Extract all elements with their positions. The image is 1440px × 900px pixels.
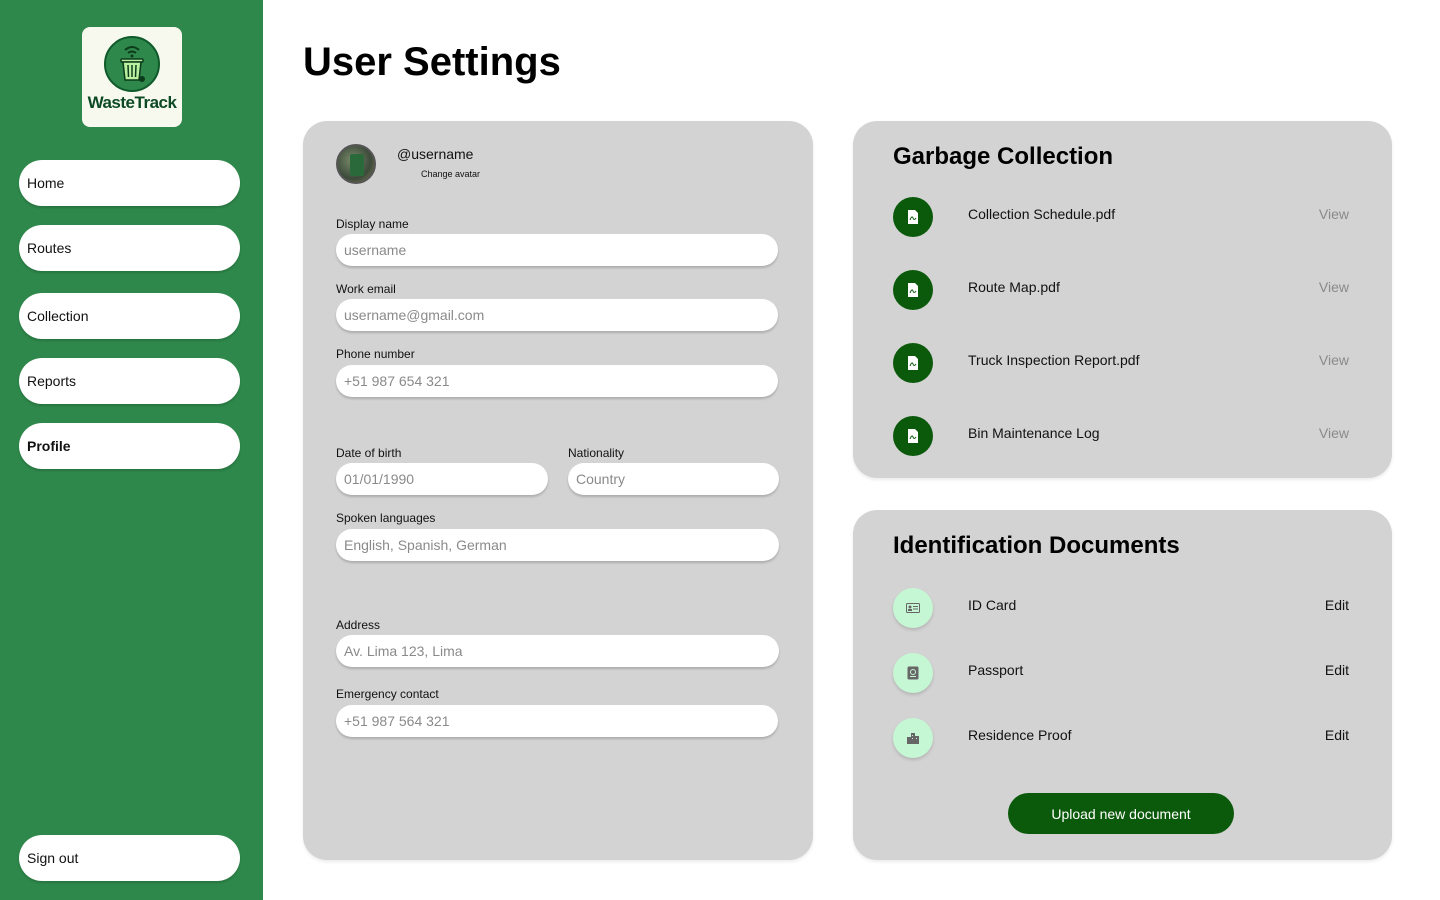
pdf-file-icon	[893, 270, 933, 310]
identification-documents-title: Identification Documents	[893, 532, 1180, 559]
view-document-link[interactable]: View	[1319, 352, 1349, 368]
sign-out-button[interactable]: Sign out	[19, 835, 240, 881]
app-name: WasteTrack	[87, 93, 177, 112]
sidebar-item-collection[interactable]: Collection	[19, 293, 240, 339]
sidebar: WasteTrack Home Routes Collection Report…	[0, 0, 263, 900]
profile-card: @username Change avatar Display name Wor…	[303, 121, 813, 860]
dob-label: Date of birth	[336, 446, 402, 460]
document-name: Residence Proof	[968, 727, 1072, 743]
nationality-label: Nationality	[568, 446, 625, 460]
address-input[interactable]	[336, 635, 779, 667]
upload-document-button[interactable]: Upload new document	[1008, 793, 1234, 834]
edit-document-link[interactable]: Edit	[1325, 727, 1349, 743]
passport-icon	[893, 653, 933, 693]
phone-input[interactable]	[336, 365, 778, 397]
page-title: User Settings	[303, 40, 561, 84]
pdf-file-icon	[893, 197, 933, 237]
work-email-input[interactable]	[336, 299, 778, 331]
sidebar-item-profile[interactable]: Profile	[19, 423, 240, 469]
view-document-link[interactable]: View	[1319, 425, 1349, 441]
emergency-contact-label: Emergency contact	[336, 687, 439, 701]
id-card-icon	[893, 588, 933, 628]
document-name: Truck Inspection Report.pdf	[968, 352, 1140, 368]
document-name: Passport	[968, 662, 1024, 678]
sidebar-item-home[interactable]: Home	[19, 160, 240, 206]
garbage-collection-title: Garbage Collection	[893, 143, 1114, 170]
emergency-contact-input[interactable]	[336, 705, 778, 737]
pdf-file-icon	[893, 343, 933, 383]
document-name: Bin Maintenance Log	[968, 425, 1100, 441]
sidebar-item-reports[interactable]: Reports	[19, 358, 240, 404]
address-label: Address	[336, 618, 381, 632]
username: @username	[397, 146, 474, 162]
app-logo[interactable]: WasteTrack	[82, 27, 182, 127]
work-email-label: Work email	[336, 282, 396, 296]
display-name-input[interactable]	[336, 234, 778, 266]
document-name: Route Map.pdf	[968, 279, 1060, 295]
building-icon	[893, 718, 933, 758]
document-name: ID Card	[968, 597, 1017, 613]
view-document-link[interactable]: View	[1319, 206, 1349, 222]
view-document-link[interactable]: View	[1319, 279, 1349, 295]
phone-label: Phone number	[336, 347, 415, 361]
sidebar-item-routes[interactable]: Routes	[19, 225, 240, 271]
trash-bin-icon	[104, 36, 160, 92]
languages-input[interactable]	[336, 529, 779, 561]
avatar[interactable]	[336, 144, 376, 184]
edit-document-link[interactable]: Edit	[1325, 597, 1349, 613]
languages-label: Spoken languages	[336, 511, 436, 525]
document-name: Collection Schedule.pdf	[968, 206, 1116, 222]
garbage-collection-card: Garbage Collection Collection Schedule.p…	[853, 121, 1392, 478]
pdf-file-icon	[893, 416, 933, 456]
display-name-label: Display name	[336, 217, 409, 231]
dob-input[interactable]	[336, 463, 548, 495]
change-avatar-link[interactable]: Change avatar	[421, 169, 480, 179]
identification-documents-card: Identification Documents ID Card Edit Pa…	[853, 510, 1392, 860]
edit-document-link[interactable]: Edit	[1325, 662, 1349, 678]
nationality-input[interactable]	[568, 463, 779, 495]
